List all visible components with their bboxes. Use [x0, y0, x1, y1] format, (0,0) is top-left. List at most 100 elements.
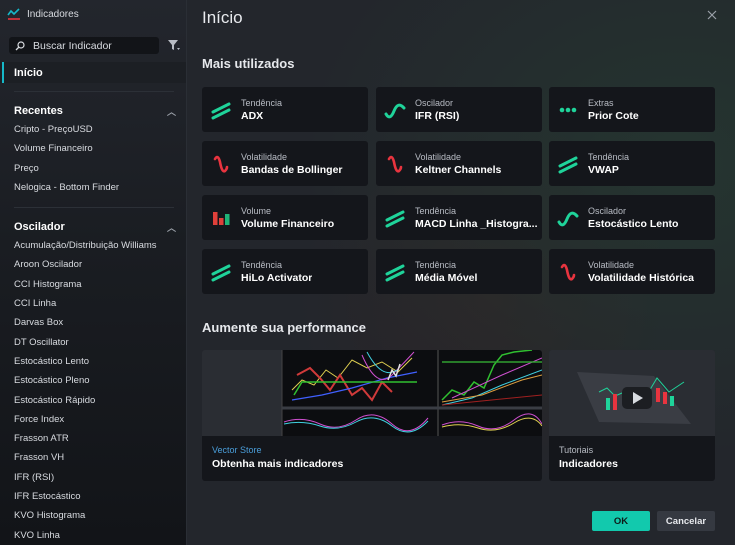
card-name: VWAP — [588, 163, 619, 176]
list-item[interactable]: Force Index — [0, 410, 186, 429]
card-name: Estocástico Lento — [588, 217, 679, 230]
indicator-card[interactable]: Volatilidade Volatilidade Histórica — [549, 249, 715, 294]
trend-icon — [558, 156, 578, 173]
indicator-card[interactable]: Oscilador IFR (RSI) — [376, 87, 542, 132]
trend-icon — [385, 264, 405, 281]
section-header-oscilador[interactable]: Oscilador ︿ — [0, 218, 186, 236]
list-item[interactable]: Frasson ATR — [0, 429, 186, 448]
page-title: Início — [202, 8, 243, 27]
cancel-button[interactable]: Cancelar — [657, 511, 715, 531]
volatility-icon — [560, 263, 576, 281]
section-label: Oscilador — [14, 221, 65, 233]
trading-chart-image — [202, 350, 542, 436]
section-recentes: Recentes ︿ Cripto - PreçoUSD Volume Fina… — [0, 102, 186, 197]
chevron-up-icon[interactable]: ︿ — [167, 105, 176, 118]
card-category: Volatilidade — [241, 151, 288, 162]
list-item[interactable]: Preço — [0, 159, 186, 178]
card-category: Tendência — [415, 205, 457, 216]
promo-tutoriais[interactable]: Tutoriais Indicadores — [549, 350, 715, 481]
card-name: IFR (RSI) — [415, 109, 460, 122]
sidebar-header: Indicadores — [0, 0, 186, 28]
list-item[interactable]: KVO Linha — [0, 525, 186, 544]
tutorial-thumbnail — [549, 350, 715, 436]
indicator-card[interactable]: Extras Prior Cote — [549, 87, 715, 132]
sidebar-item-inicio[interactable]: Início — [0, 62, 186, 83]
card-name: Prior Cote — [588, 109, 639, 122]
card-name: HiLo Activator — [241, 271, 313, 284]
performance-title: Aumente sua performance — [202, 320, 366, 335]
volume-bars-icon — [213, 211, 230, 225]
divider — [14, 91, 174, 92]
sidebar-item-label: Início — [14, 66, 43, 79]
section-oscilador: Oscilador ︿ Acumulação/Distribuição Will… — [0, 218, 186, 545]
section-label: Recentes — [14, 105, 63, 117]
list-item[interactable]: Estocástico Pleno — [0, 371, 186, 390]
list-item[interactable]: Cripto - PreçoUSD — [0, 120, 186, 139]
indicator-card[interactable]: Tendência ADX — [202, 87, 368, 132]
card-category: Tendência — [588, 151, 630, 162]
card-name: ADX — [241, 109, 264, 122]
indicator-card[interactable]: Tendência Média Móvel — [376, 249, 542, 294]
main-panel: Início Mais utilizados Tendência ADX Oscil… — [187, 0, 735, 545]
card-category: Volatilidade — [415, 151, 462, 162]
filter-icon[interactable] — [167, 38, 181, 52]
trend-icon — [211, 102, 231, 119]
trend-icon — [211, 264, 231, 281]
card-category: Volume — [241, 205, 272, 216]
video-thumbnail-image — [549, 350, 715, 436]
search-icon — [15, 40, 25, 50]
list-item[interactable]: Volume Financeiro — [0, 139, 186, 158]
list-item[interactable]: IFR Estocástico — [0, 487, 186, 506]
volatility-icon — [213, 155, 229, 173]
vector-store-thumbnail — [202, 350, 542, 436]
indicator-card[interactable]: Volatilidade Keltner Channels — [376, 141, 542, 186]
close-icon[interactable] — [704, 7, 720, 23]
chevron-up-icon[interactable]: ︿ — [167, 221, 176, 234]
indicator-card[interactable]: Oscilador Estocástico Lento — [549, 195, 715, 240]
oscillator-icon — [557, 211, 579, 226]
promo-title: Indicadores — [559, 458, 618, 470]
extras-dots-icon — [559, 107, 577, 112]
list-item[interactable]: CCI Histograma — [0, 275, 186, 294]
list-item[interactable]: Darvas Box — [0, 313, 186, 332]
card-category: Volatilidade — [588, 259, 635, 270]
trend-icon — [385, 210, 405, 227]
sidebar-title: Indicadores — [27, 8, 79, 20]
list-item[interactable]: Acumulação/Distribuição Williams — [0, 236, 186, 255]
card-category: Oscilador — [588, 205, 627, 216]
indicator-card[interactable]: Tendência VWAP — [549, 141, 715, 186]
list-item[interactable]: Frasson VH — [0, 448, 186, 467]
ok-button[interactable]: OK — [592, 511, 650, 531]
promo-vector-store[interactable]: Vector Store Obtenha mais indicadores — [202, 350, 542, 481]
card-name: Volume Financeiro — [241, 217, 335, 230]
list-item[interactable]: CCI Linha — [0, 294, 186, 313]
list-item[interactable]: Estocástico Rápido — [0, 390, 186, 409]
volatility-icon — [387, 155, 403, 173]
list-item[interactable]: KVO Histograma — [0, 506, 186, 525]
list-item[interactable]: Aroon Oscilador — [0, 255, 186, 274]
indicator-card[interactable]: Volatilidade Bandas de Bollinger — [202, 141, 368, 186]
most-used-title: Mais utilizados — [202, 56, 295, 71]
indicators-logo-icon — [7, 8, 20, 20]
indicator-card[interactable]: Tendência HiLo Activator — [202, 249, 368, 294]
promo-kicker: Vector Store — [212, 445, 262, 455]
list-item[interactable]: DT Oscillator — [0, 332, 186, 351]
promo-kicker: Tutoriais — [559, 445, 594, 455]
card-name: Volatilidade Histórica — [588, 271, 694, 284]
indicator-card[interactable]: Volume Volume Financeiro — [202, 195, 368, 240]
card-category: Tendência — [415, 259, 457, 270]
section-header-recentes[interactable]: Recentes ︿ — [0, 102, 186, 120]
card-category: Tendência — [241, 259, 283, 270]
card-name: Média Móvel — [415, 271, 478, 284]
card-category: Tendência — [241, 97, 283, 108]
card-category: Extras — [588, 97, 614, 108]
divider — [14, 207, 174, 208]
search-input[interactable] — [33, 39, 153, 52]
list-item[interactable]: Estocástico Lento — [0, 352, 186, 371]
list-item[interactable]: IFR (RSI) — [0, 468, 186, 487]
indicator-card[interactable]: Tendência MACD Linha _Histogra... — [376, 195, 542, 240]
card-name: Keltner Channels — [415, 163, 502, 176]
search-box[interactable] — [9, 37, 159, 54]
list-item[interactable]: Nelogica - Bottom Finder — [0, 178, 186, 197]
card-name: Bandas de Bollinger — [241, 163, 343, 176]
